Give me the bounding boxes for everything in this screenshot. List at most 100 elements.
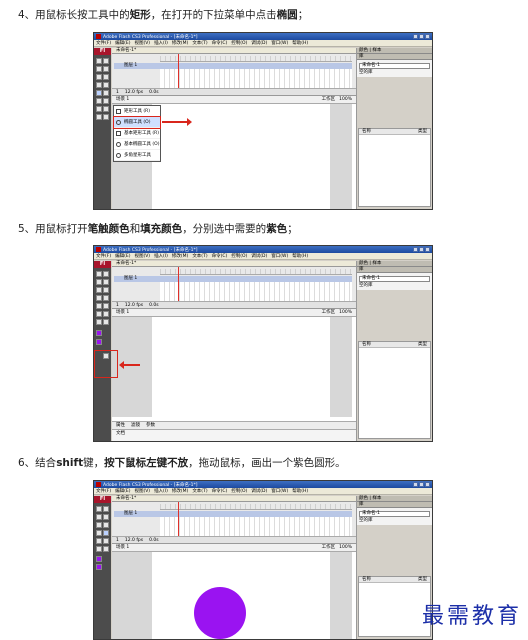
workspace-button[interactable]: 工作区 (322, 96, 336, 104)
menu-commands[interactable]: 命令(C) (212, 40, 228, 46)
menu-insert[interactable]: 插入(I) (154, 40, 168, 46)
zoom-select[interactable]: 100% (339, 309, 352, 317)
pencil-tool-icon[interactable] (96, 303, 102, 309)
menu-text[interactable]: 文本(T) (192, 488, 207, 494)
frame-cells[interactable] (160, 69, 352, 88)
eyedropper-tool-icon[interactable] (96, 319, 102, 325)
menu-file[interactable]: 文件(F) (96, 488, 111, 494)
zoom-select[interactable]: 100% (339, 544, 352, 552)
maximize-button[interactable] (419, 34, 424, 39)
maximize-button[interactable] (419, 247, 424, 252)
menu-file[interactable]: 文件(F) (96, 253, 111, 259)
minimize-button[interactable] (413, 34, 418, 39)
line-tool-icon[interactable] (96, 530, 102, 536)
text-tool-icon[interactable] (103, 74, 109, 80)
stage[interactable] (152, 317, 330, 417)
text-tool-icon[interactable] (103, 522, 109, 528)
subselection-tool-icon[interactable] (103, 58, 109, 64)
menu-insert[interactable]: 插入(I) (154, 488, 168, 494)
stage[interactable] (152, 104, 330, 209)
stroke-color-swatch[interactable] (96, 556, 102, 562)
tab-filters[interactable]: 滤镜 (131, 422, 140, 429)
menu-item-rectangle-tool[interactable]: 矩形工具 (R) (114, 106, 160, 117)
pen-tool-icon[interactable] (96, 522, 102, 528)
frame-cells[interactable] (160, 282, 352, 301)
free-transform-tool-icon[interactable] (96, 514, 102, 520)
paint-bucket-tool-icon[interactable] (103, 546, 109, 552)
menu-insert[interactable]: 插入(I) (154, 253, 168, 259)
stroke-color-swatch[interactable] (96, 330, 102, 336)
purple-circle-shape[interactable] (194, 587, 246, 639)
menu-window[interactable]: 窗口(W) (271, 488, 288, 494)
menu-control[interactable]: 控制(O) (231, 40, 247, 46)
selection-tool-icon[interactable] (96, 58, 102, 64)
eraser-tool-icon[interactable] (103, 319, 109, 325)
pencil-tool-icon[interactable] (103, 90, 109, 96)
menu-edit[interactable]: 编辑(E) (115, 40, 130, 46)
hand-tool-icon[interactable] (103, 114, 109, 120)
selection-tool-icon[interactable] (96, 506, 102, 512)
tab-parameters[interactable]: 参数 (146, 422, 155, 429)
menu-help[interactable]: 帮助(H) (292, 488, 308, 494)
paint-bucket-tool-icon[interactable] (96, 106, 102, 112)
close-button[interactable] (425, 247, 430, 252)
menu-help[interactable]: 帮助(H) (292, 253, 308, 259)
workspace-button[interactable]: 工作区 (322, 309, 336, 317)
fill-color-swatch[interactable] (96, 339, 102, 345)
close-button[interactable] (425, 34, 430, 39)
menu-modify[interactable]: 修改(M) (172, 253, 188, 259)
menu-view[interactable]: 视图(V) (134, 253, 150, 259)
ink-bottle-tool-icon[interactable] (103, 98, 109, 104)
scene-label[interactable]: 场景 1 (116, 544, 129, 552)
menu-commands[interactable]: 命令(C) (212, 488, 228, 494)
menu-modify[interactable]: 修改(M) (172, 488, 188, 494)
menu-view[interactable]: 视图(V) (134, 488, 150, 494)
line-tool-icon[interactable] (96, 295, 102, 301)
brush-tool-icon[interactable] (103, 538, 109, 544)
text-tool-icon[interactable] (103, 287, 109, 293)
menu-debug[interactable]: 调试(D) (251, 40, 267, 46)
minimize-button[interactable] (413, 482, 418, 487)
brush-tool-icon[interactable] (103, 303, 109, 309)
menu-file[interactable]: 文件(F) (96, 40, 111, 46)
menu-edit[interactable]: 编辑(E) (115, 253, 130, 259)
ink-bottle-tool-icon[interactable] (96, 546, 102, 552)
line-tool-icon[interactable] (96, 82, 102, 88)
lasso-tool-icon[interactable] (96, 74, 102, 80)
free-transform-tool-icon[interactable] (96, 66, 102, 72)
minimize-button[interactable] (413, 247, 418, 252)
subselection-tool-icon[interactable] (103, 271, 109, 277)
eraser-tool-icon[interactable] (96, 114, 102, 120)
menu-control[interactable]: 控制(O) (231, 488, 247, 494)
close-button[interactable] (425, 482, 430, 487)
menu-item-rectangle-primitive-tool[interactable]: 基本矩形工具 (R) (114, 128, 160, 139)
menu-modify[interactable]: 修改(M) (172, 40, 188, 46)
free-transform-tool-icon[interactable] (96, 279, 102, 285)
menu-control[interactable]: 控制(O) (231, 253, 247, 259)
lasso-tool-icon[interactable] (103, 514, 109, 520)
eyedropper-tool-icon[interactable] (103, 106, 109, 112)
menu-item-polystar-tool[interactable]: 多角星形工具 (114, 150, 160, 161)
menu-debug[interactable]: 调试(D) (251, 488, 267, 494)
ink-bottle-tool-icon[interactable] (96, 311, 102, 317)
menu-window[interactable]: 窗口(W) (271, 40, 288, 46)
menu-view[interactable]: 视图(V) (134, 40, 150, 46)
menu-text[interactable]: 文本(T) (192, 40, 207, 46)
rectangle-tool-icon[interactable] (96, 90, 102, 96)
frame-ruler[interactable] (160, 269, 352, 275)
selection-tool-icon[interactable] (96, 271, 102, 277)
scene-label[interactable]: 场景 1 (116, 96, 129, 104)
oval-tool-icon[interactable] (103, 295, 109, 301)
frame-ruler[interactable] (160, 56, 352, 62)
tab-properties[interactable]: 属性 (116, 422, 125, 429)
menu-item-oval-primitive-tool[interactable]: 基本椭圆工具 (O) (114, 139, 160, 150)
menu-commands[interactable]: 命令(C) (212, 253, 228, 259)
lasso-tool-icon[interactable] (103, 279, 109, 285)
frame-ruler[interactable] (160, 504, 352, 510)
paint-bucket-tool-icon[interactable] (103, 311, 109, 317)
pencil-tool-icon[interactable] (96, 538, 102, 544)
fill-color-swatch[interactable] (96, 564, 102, 570)
gradient-tool-icon[interactable] (103, 66, 109, 72)
menu-help[interactable]: 帮助(H) (292, 40, 308, 46)
menu-window[interactable]: 窗口(W) (271, 253, 288, 259)
